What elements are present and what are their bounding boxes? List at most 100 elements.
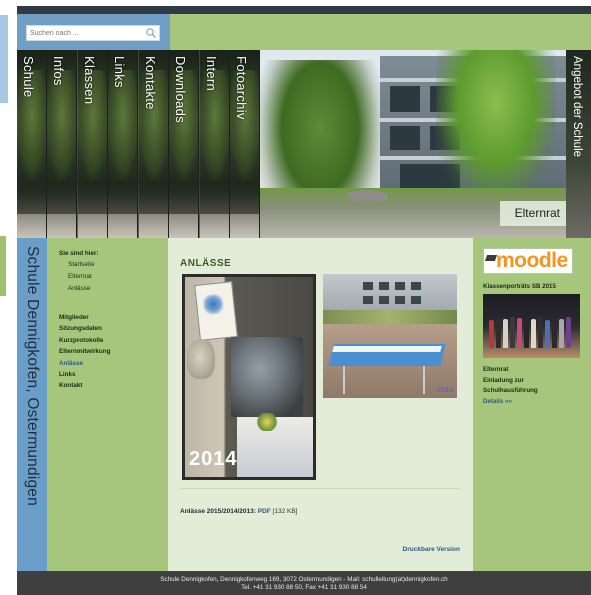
nav-tab-schule[interactable]: Schule <box>17 50 47 238</box>
photo-flowers <box>255 413 279 431</box>
download-size: [132 KB] <box>272 508 298 515</box>
search-input[interactable] <box>27 26 143 40</box>
photo-person <box>552 318 557 348</box>
site-title: Schule Dennigkofen, Ostermundigen <box>24 246 41 506</box>
print-version-link[interactable]: Druckbare Version <box>403 546 460 553</box>
nav-tab-floor <box>78 214 107 238</box>
footer: Schule Dennigkofen, Dennigkofenweg 169, … <box>17 571 591 595</box>
photo2-hedge <box>323 310 457 324</box>
photo-year: 2014 <box>189 448 238 470</box>
nav-tab-label: Intern <box>204 56 219 92</box>
building-window <box>390 86 420 112</box>
section-label: Elternrat <box>500 201 566 226</box>
photo-sculpture <box>187 339 215 379</box>
main-content: ANLÄSSE 2014 2014 Anlässe 2015/2014/2013… <box>168 238 473 571</box>
photo-person <box>566 317 571 348</box>
subnav-item-elternmitwirkung[interactable]: Elternmitwirkung <box>59 348 110 355</box>
nav-tab-klassen[interactable]: Klassen <box>78 50 108 238</box>
top-bar <box>17 6 591 14</box>
left-edge-decoration-green <box>0 236 6 296</box>
download-line: Anlässe 2015/2014/2013: PDF [132 KB] <box>180 508 297 515</box>
nav-tab-floor <box>17 214 46 238</box>
nav-tab-infos[interactable]: Infos <box>47 50 77 238</box>
photo2-window <box>411 282 421 290</box>
nav-tab-label: Klassen <box>82 56 97 105</box>
nav-tab-intern[interactable]: Intern <box>200 50 230 238</box>
search-box[interactable] <box>26 25 160 41</box>
photo2-stamp: 2014 <box>437 387 453 394</box>
photo-person <box>538 317 543 348</box>
photo2-window <box>395 282 405 290</box>
download-label: Anlässe 2015/2014/2013: <box>180 508 256 515</box>
details-link[interactable]: Details »» <box>483 398 512 405</box>
photo-person <box>510 317 515 348</box>
photo-tree <box>436 50 556 200</box>
class-portrait-photo[interactable] <box>483 294 580 358</box>
subnav-item-anlaesse[interactable]: Anlässe <box>59 360 83 367</box>
photo-person <box>496 318 501 348</box>
breadcrumb-item-elternrat[interactable]: Elternrat <box>68 273 92 280</box>
footer-address: Schule Dennigkofen, Dennigkofenweg 169, … <box>160 576 448 583</box>
photo2-table-leg <box>343 366 345 394</box>
subnav-item-mitglieder[interactable]: Mitglieder <box>59 314 89 321</box>
photo-artwork <box>231 337 303 417</box>
event-photo-1-image: 2014 <box>185 277 313 477</box>
photo-rocks <box>348 190 388 202</box>
content-divider <box>180 488 460 489</box>
nav-tab-label: Links <box>112 56 127 88</box>
nav-tab-label: Schule <box>21 56 36 98</box>
moodle-logo[interactable]: moodle <box>483 248 573 274</box>
subnav-item-kurzprotokolle[interactable]: Kurzprotokolle <box>59 337 103 344</box>
nav-tab-angebot[interactable]: Angebot der Schule <box>566 50 591 238</box>
page: Schule Infos Klassen Links Kontakte Down… <box>17 6 591 595</box>
nav-tab-floor <box>169 214 198 238</box>
nav-tab-links[interactable]: Links <box>108 50 138 238</box>
breadcrumb-item-anlaesse[interactable]: Anlässe <box>68 285 90 292</box>
photo2-table-leg <box>423 366 425 394</box>
subnav-item-sitzungsdaten[interactable]: Sitzungsdaten <box>59 325 102 332</box>
photo2-window <box>395 296 405 304</box>
main-navigation: Schule Infos Klassen Links Kontakte Down… <box>17 50 260 238</box>
download-pdf-link[interactable]: PDF <box>258 508 271 515</box>
nav-tab-fotoarchiv[interactable]: Fotoarchiv <box>230 50 260 238</box>
photo-person <box>545 320 550 348</box>
poster-graphic <box>202 293 225 316</box>
nav-tab-image <box>47 70 76 180</box>
photo-person <box>503 319 508 348</box>
subnav-item-links[interactable]: Links <box>59 371 75 378</box>
photo2-window <box>363 296 373 304</box>
page-title: ANLÄSSE <box>180 258 232 269</box>
subnav-item-kontakt[interactable]: Kontakt <box>59 382 82 389</box>
nav-tab-kontakte[interactable]: Kontakte <box>139 50 169 238</box>
nav-tab-angebot-label: Angebot der Schule <box>571 56 583 158</box>
invite-line-2: Schulhausführung <box>483 387 538 394</box>
event-photo-1[interactable]: 2014 <box>182 274 316 480</box>
nav-tab-label: Infos <box>51 56 66 86</box>
breadcrumb-heading: Sie sind hier: <box>59 250 99 257</box>
photo-person <box>517 318 522 348</box>
left-sidebar: Sie sind hier: Startseite Elternrat Anlä… <box>47 238 168 571</box>
breadcrumb-item-startseite[interactable]: Startseite <box>68 261 95 268</box>
search-icon[interactable] <box>145 27 157 39</box>
photo2-window <box>363 282 373 290</box>
photo2-window <box>379 296 389 304</box>
nav-tab-label: Fotoarchiv <box>234 56 249 120</box>
footer-phone: Tel. +41 31 930 88 50, Fax +41 31 930 88… <box>241 584 367 591</box>
class-portraits-heading[interactable]: Klassenporträts SB 2015 <box>483 283 556 290</box>
photo-person <box>531 319 536 348</box>
nav-tab-label: Kontakte <box>143 56 158 110</box>
photo2-window <box>379 282 389 290</box>
nav-tab-floor <box>139 214 168 238</box>
elternrat-heading: Elternrat <box>483 366 509 373</box>
nav-tab-downloads[interactable]: Downloads <box>169 50 199 238</box>
right-sidebar: moodle Klassenporträts SB 2015 Elternrat… <box>473 238 591 571</box>
building-window <box>390 126 420 150</box>
photo2-tablecloth <box>332 346 442 352</box>
photo-person <box>524 316 529 348</box>
event-photo-2[interactable]: 2014 <box>323 274 457 398</box>
photo-poster <box>194 281 238 341</box>
left-edge-decoration <box>0 15 8 103</box>
nav-tab-floor <box>108 214 137 238</box>
nav-tab-label: Downloads <box>173 56 188 124</box>
photo-person <box>559 319 564 348</box>
